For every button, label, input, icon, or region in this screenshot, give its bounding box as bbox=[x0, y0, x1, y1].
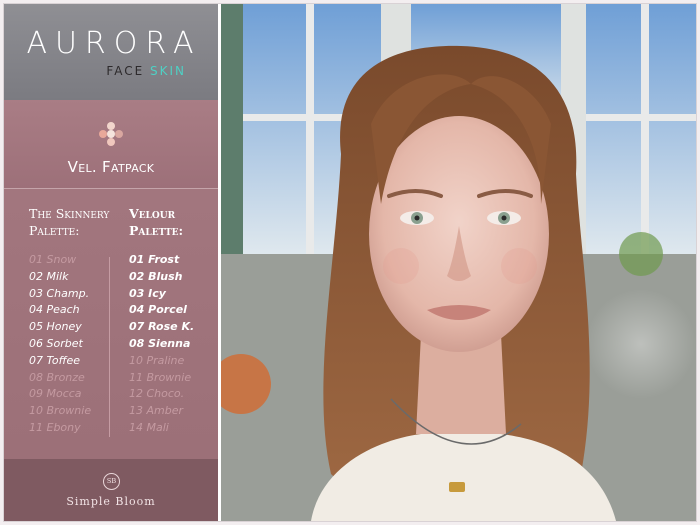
skinnery-item: 10 Brownie bbox=[29, 404, 92, 418]
skinnery-item: 07 Toffee bbox=[29, 353, 81, 367]
velour-item: 08 Sienna bbox=[129, 336, 191, 350]
palette-section: The Skinnery Palette: 01 Snow 02 Milk 03 C… bbox=[4, 189, 218, 459]
pack-title: Vel. Fatpack bbox=[67, 158, 155, 176]
skinnery-heading-line2: Palette: bbox=[29, 223, 80, 238]
velour-heading: Velour Palette: bbox=[129, 205, 194, 239]
skinnery-item: 11 Ebony bbox=[29, 420, 81, 434]
brand-subtitle-skin: SKIN bbox=[149, 64, 186, 78]
velour-item: 04 Porcel bbox=[129, 303, 187, 317]
brand-title: AURORA bbox=[26, 26, 202, 61]
swatch-dot bbox=[107, 138, 115, 146]
velour-heading-line2: Palette: bbox=[129, 223, 184, 238]
velour-item: 11 Brownie bbox=[129, 370, 192, 384]
velour-item: 13 Amber bbox=[129, 404, 184, 418]
velour-item: 01 Frost bbox=[129, 253, 180, 266]
skinnery-list: 01 Snow 02 Milk 03 Champ. 04 Peach 05 Honey 0… bbox=[29, 252, 109, 437]
brand-header: AURORA FACE SKIN bbox=[4, 4, 218, 100]
skinnery-item: 06 Sorbet bbox=[29, 336, 83, 350]
pack-section: Vel. Fatpack bbox=[4, 100, 218, 189]
skinnery-heading: The Skinnery Palette: bbox=[29, 205, 109, 239]
skinnery-item: 02 Milk bbox=[29, 269, 69, 283]
velour-list: 01 Frost 02 Blush 03 Icy 04 Porcel 07 Rose K… bbox=[129, 252, 194, 437]
skinnery-item: 03 Champ. bbox=[29, 286, 90, 300]
skinnery-item: 04 Peach bbox=[29, 303, 80, 317]
footer: SB Simple Bloom bbox=[4, 459, 218, 521]
swatch-dot bbox=[107, 122, 115, 130]
info-panel: AURORA FACE SKIN Vel. Fatpack The Skinne… bbox=[4, 4, 218, 521]
brand-subtitle: FACE SKIN bbox=[106, 64, 186, 78]
swatch-dot bbox=[107, 130, 115, 138]
velour-item: 03 Icy bbox=[129, 286, 166, 300]
brand-subtitle-face: FACE bbox=[106, 64, 145, 78]
velour-item: 02 Blush bbox=[129, 269, 183, 283]
skinnery-item: 01 Snow bbox=[29, 253, 77, 266]
swatch-dot bbox=[115, 130, 123, 138]
skinnery-item: 09 Mocca bbox=[29, 387, 82, 401]
swatch-dots-icon bbox=[98, 122, 124, 146]
portrait-illustration bbox=[221, 4, 696, 521]
velour-item: 10 Praline bbox=[129, 353, 185, 367]
velour-item: 12 Choco. bbox=[129, 387, 185, 401]
skinnery-item: 08 Bronze bbox=[29, 370, 85, 384]
swatch-dot bbox=[99, 130, 107, 138]
velour-item: 14 Mali bbox=[129, 420, 169, 434]
velour-column: Velour Palette: 01 Frost 02 Blush 03 Icy 04… bbox=[129, 205, 194, 437]
skinnery-item: 05 Honey bbox=[29, 320, 82, 334]
skinnery-column: The Skinnery Palette: 01 Snow 02 Milk 03 C… bbox=[29, 205, 109, 437]
velour-heading-line1: Velour bbox=[129, 206, 176, 221]
velour-item: 07 Rose K. bbox=[129, 320, 195, 334]
simple-bloom-logo-icon: SB bbox=[103, 473, 120, 490]
column-divider bbox=[109, 257, 110, 437]
footer-brand-name: Simple Bloom bbox=[66, 495, 156, 508]
skinnery-heading-line1: The Skinnery bbox=[29, 206, 110, 221]
portrait-photo bbox=[221, 4, 696, 521]
